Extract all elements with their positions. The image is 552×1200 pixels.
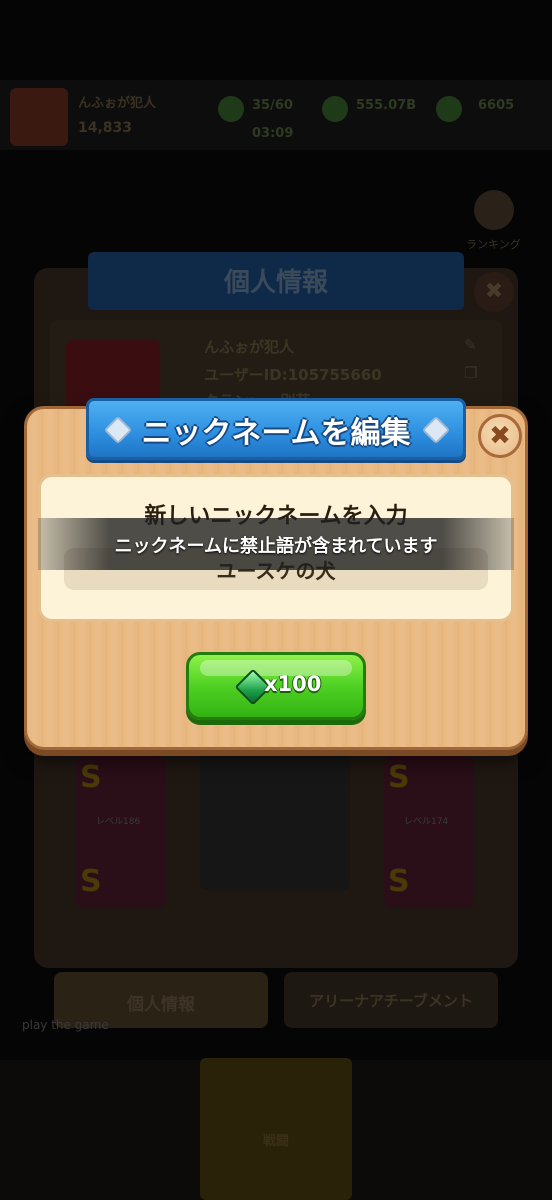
equipment-level: レベル186 [96,817,141,827]
tab-arena-achievements-label: アリーナアチーブメント [309,992,473,1010]
edit-icon[interactable]: ✎ [464,336,477,354]
energy-timer: 03:09 [252,126,294,141]
equipment-grade: S [80,760,102,795]
ranking-icon[interactable] [474,190,514,230]
profile-name: んふぉが犯人 [204,338,295,356]
equipment-grade: S [388,864,410,899]
equipment-grade: S [80,864,102,899]
equipment-level: レベル174 [404,817,449,827]
gem-value: 6605 [478,98,515,113]
player-power: 14,833 [78,120,133,136]
player-name: んふぉが犯人 [78,96,157,111]
hero-character [200,750,350,890]
bottom-nav-battle-label: 戦闘 [262,1134,289,1149]
profile-user-id: ユーザーID:105755660 [204,366,382,384]
tagline: play the game [22,1018,109,1032]
gem-balance-icon [436,96,462,122]
energy-value: 35/60 [252,98,293,113]
equipment-grade: S [388,760,410,795]
bottom-nav-battle[interactable] [200,1058,352,1200]
tab-personal-info-label: 個人情報 [127,995,195,1015]
profile-close-icon[interactable]: ✖ [474,272,514,312]
player-avatar[interactable] [10,88,68,146]
coin-value: 555.07B [356,98,417,113]
error-toast-text: ニックネームに禁止語が含まれています [114,536,438,557]
ranking-label: ランキング [466,238,521,251]
copy-icon[interactable]: ❐ [464,364,477,382]
coin-icon [322,96,348,122]
close-icon[interactable]: ✖ [478,414,522,458]
purchase-cost-label: x100 [264,672,322,696]
dialog-title: ニックネームを編集 [141,416,411,451]
energy-icon [218,96,244,122]
profile-panel-title: 個人情報 [223,268,328,298]
